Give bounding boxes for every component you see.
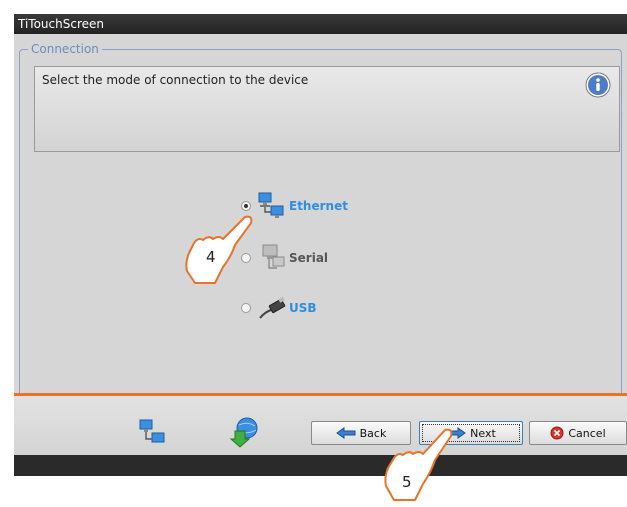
step-callout-5: 5 <box>402 473 412 491</box>
cancel-button-label: Cancel <box>568 426 606 440</box>
network-computers-icon <box>258 192 284 218</box>
usb-cable-icon <box>259 296 286 319</box>
instruction-box: Select the mode of connection to the dev… <box>34 66 620 152</box>
arrow-left-icon <box>335 427 356 439</box>
info-icon <box>585 72 611 98</box>
app-window: TiTouchScreen Connection Select the mode… <box>14 14 627 476</box>
serial-label[interactable]: Serial <box>289 251 328 265</box>
usb-radio[interactable] <box>241 303 251 313</box>
connection-group-legend: Connection <box>28 42 102 56</box>
footer-strip <box>14 455 627 476</box>
window-title: TiTouchScreen <box>18 17 104 31</box>
usb-label[interactable]: USB <box>289 301 317 315</box>
pointing-hand-icon <box>384 428 453 501</box>
step-callout-4: 4 <box>206 248 216 266</box>
instruction-text: Select the mode of connection to the dev… <box>42 73 309 87</box>
cancel-button[interactable]: Cancel <box>529 421 627 445</box>
globe-download-icon <box>229 417 258 448</box>
serial-port-icon <box>262 244 285 269</box>
ethernet-label[interactable]: Ethernet <box>289 199 348 213</box>
cancel-icon <box>550 426 564 440</box>
next-button-label: Next <box>470 426 496 440</box>
pointing-hand-icon <box>185 215 253 284</box>
title-bar: TiTouchScreen <box>14 14 627 34</box>
option-ethernet[interactable]: Ethernet <box>241 192 348 220</box>
option-usb[interactable]: USB <box>241 294 317 322</box>
network-computers-icon <box>139 419 165 443</box>
